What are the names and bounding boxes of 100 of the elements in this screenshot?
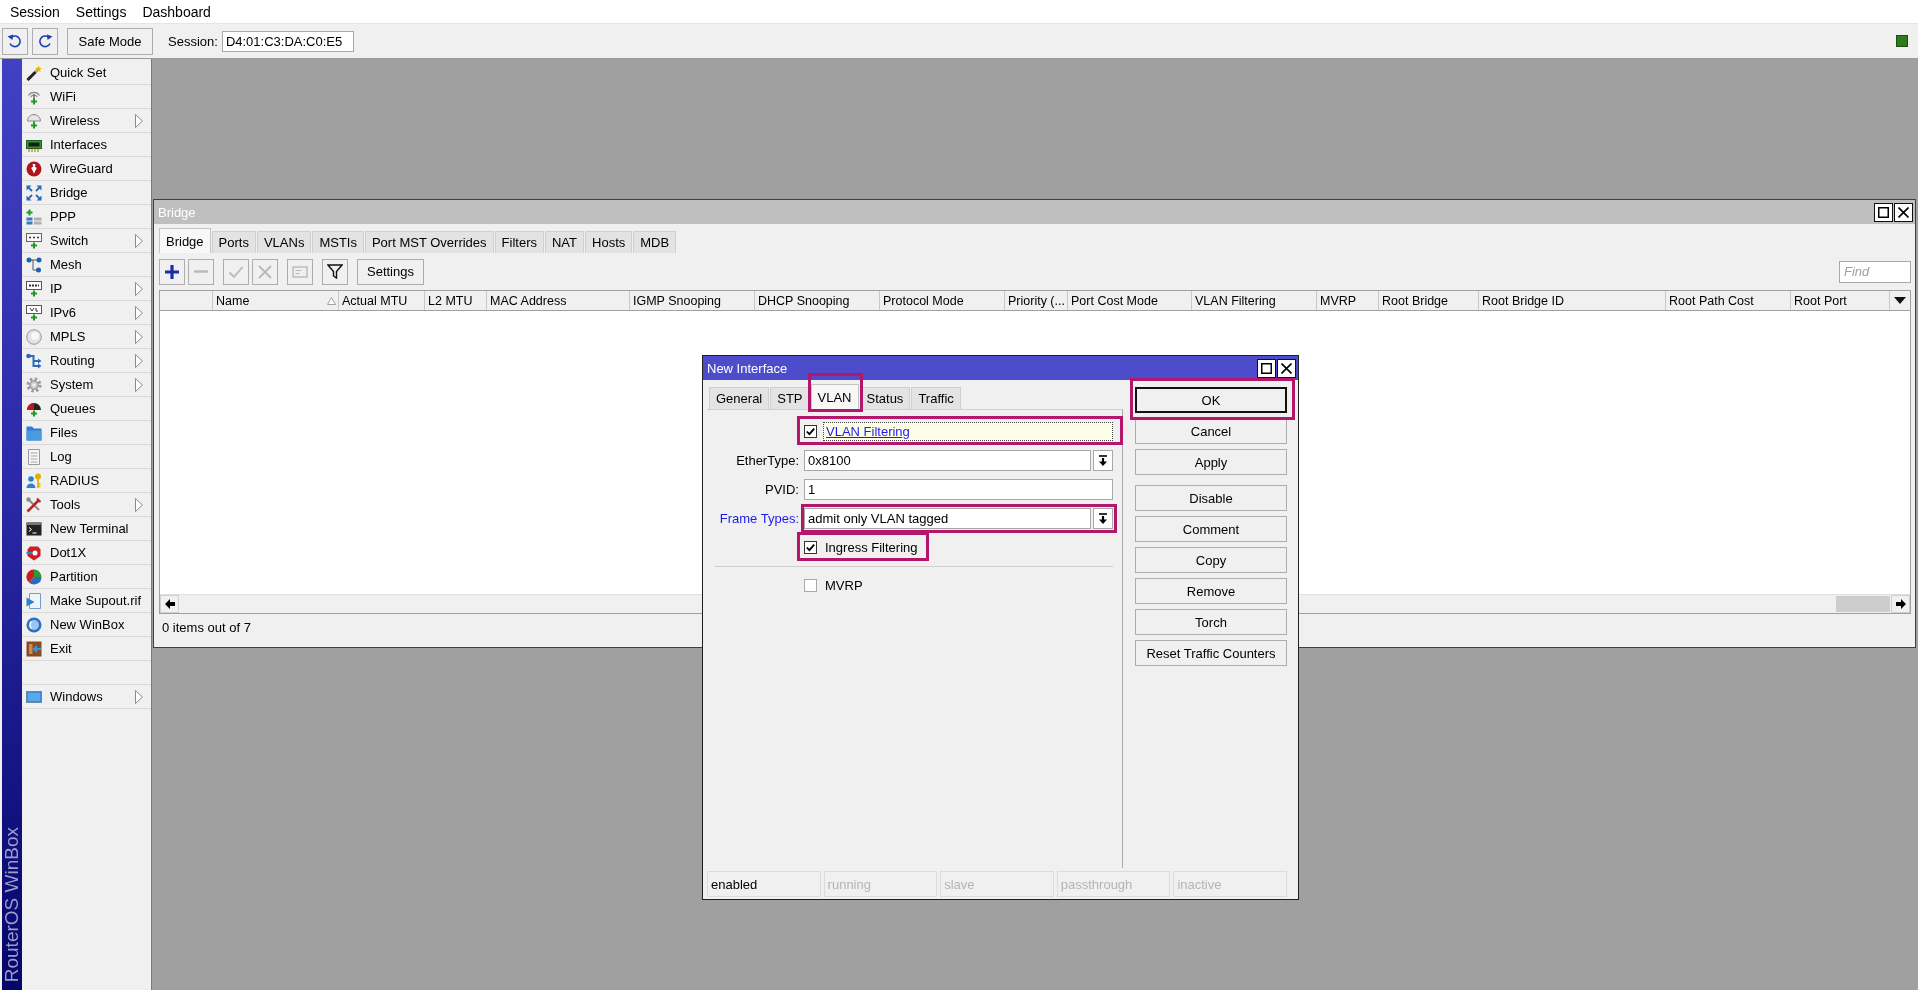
window-title: New Interface <box>707 360 788 376</box>
sidebar-item[interactable]: RADIUS <box>22 469 151 493</box>
checkbox[interactable] <box>804 425 817 438</box>
status-cell: passthrough <box>1056 871 1171 897</box>
sidebar-item[interactable]: New WinBox <box>22 613 151 637</box>
sidebar-item[interactable]: WireGuard <box>22 157 151 181</box>
sidebar-item[interactable]: System <box>22 373 151 397</box>
sidebar-item[interactable]: PPP <box>22 205 151 229</box>
dropdown-button[interactable] <box>1093 450 1113 471</box>
dialog-button[interactable]: Torch <box>1135 609 1287 635</box>
undo-button[interactable] <box>2 27 28 55</box>
sidebar-item[interactable]: WiFi <box>22 85 151 109</box>
window-title: Bridge <box>158 204 196 220</box>
tab[interactable]: Traffic <box>911 387 961 409</box>
close-button[interactable] <box>1277 358 1296 378</box>
menu-item[interactable]: Dashboard <box>134 0 219 23</box>
dialog-button[interactable]: Reset Traffic Counters <box>1135 640 1287 666</box>
sidebar-item[interactable]: Mesh <box>22 253 151 277</box>
sidebar-item[interactable]: Windows <box>22 685 151 709</box>
sidebar-item[interactable]: Bridge <box>22 181 151 205</box>
sidebar-item[interactable]: IPv6 <box>22 301 151 325</box>
maximize-icon <box>1261 362 1272 374</box>
redo-button[interactable] <box>32 27 58 55</box>
dropdown-button[interactable] <box>1093 508 1113 529</box>
dialog-button[interactable]: Apply <box>1135 449 1287 475</box>
sidebar-item[interactable]: Tools <box>22 493 151 517</box>
sidebar-item[interactable]: Log <box>22 445 151 469</box>
session-field[interactable]: D4:01:C3:DA:C0:E5 <box>221 30 354 52</box>
settings-button[interactable]: Settings <box>357 258 424 285</box>
sidebar-item[interactable]: Routing <box>22 349 151 373</box>
text-field[interactable]: 1 <box>804 479 1113 500</box>
dialog-button[interactable]: Comment <box>1135 516 1287 542</box>
maximize-button[interactable] <box>1874 202 1893 222</box>
dropdown-field[interactable]: 0x8100 <box>804 450 1091 471</box>
find-field[interactable]: Find <box>1839 260 1911 283</box>
dropdown-field[interactable]: admit only VLAN tagged <box>804 508 1091 529</box>
tab[interactable]: MSTIs <box>312 231 364 253</box>
column-header[interactable]: VLAN Filtering <box>1192 291 1317 310</box>
circle-icon <box>26 328 42 345</box>
dialog-button[interactable]: Remove <box>1135 578 1287 604</box>
user-key-icon <box>26 472 42 489</box>
arrow-down-icon <box>1098 513 1108 524</box>
close-button[interactable] <box>1894 202 1913 222</box>
sidebar-item[interactable]: Wireless <box>22 109 151 133</box>
sidebar-item[interactable]: Switch <box>22 229 151 253</box>
maximize-icon <box>1878 206 1889 218</box>
status-cell: running <box>823 871 938 897</box>
menu-item[interactable]: Settings <box>67 0 135 23</box>
badge-icon <box>26 544 42 561</box>
checkbox-label: Ingress Filtering <box>824 539 919 556</box>
cross-icon <box>258 264 272 279</box>
maximize-button[interactable] <box>1257 358 1276 378</box>
tab[interactable]: Ports <box>211 231 256 253</box>
sidebar-item[interactable]: Exit <box>22 637 151 661</box>
dialog-button[interactable]: Copy <box>1135 547 1287 573</box>
scroll-left-button[interactable] <box>160 595 179 613</box>
sidebar-item[interactable]: Queues <box>22 397 151 421</box>
tab[interactable]: VLAN <box>810 384 859 409</box>
nodes-icon <box>26 256 42 273</box>
sidebar-item[interactable]: Interfaces <box>22 133 151 157</box>
checkbox[interactable] <box>804 579 817 592</box>
tab[interactable]: STP <box>770 387 810 409</box>
tab[interactable]: VLANs <box>256 231 312 253</box>
sidebar-item[interactable]: New Terminal <box>22 517 151 541</box>
tab[interactable]: General <box>709 387 770 409</box>
tab[interactable]: Bridge <box>159 228 211 253</box>
document-play-icon <box>26 592 42 609</box>
ring-icon <box>26 616 42 633</box>
dialog-button[interactable]: OK <box>1135 387 1287 413</box>
sidebar-item[interactable]: Make Supout.rif <box>22 589 151 613</box>
sidebar-item[interactable]: Partition <box>22 565 151 589</box>
status-cell: inactive <box>1173 871 1287 897</box>
sidebar-item[interactable]: Files <box>22 421 151 445</box>
checkbox[interactable] <box>804 541 817 554</box>
tab[interactable]: Filters <box>494 231 544 253</box>
menu-item[interactable]: Session <box>2 0 68 23</box>
sidebar-item[interactable]: IP <box>22 277 151 301</box>
column-header[interactable]: Actual MTU <box>339 291 425 310</box>
redo-icon <box>37 33 53 49</box>
scrollbar-thumb[interactable] <box>1836 596 1890 612</box>
tab[interactable]: Hosts <box>585 231 633 253</box>
tab[interactable]: Port MST Overrides <box>364 231 494 253</box>
close-icon <box>1898 206 1909 218</box>
field-label: EtherType: <box>735 453 799 468</box>
sidebar-item[interactable]: MPLS <box>22 325 151 349</box>
scroll-right-button[interactable] <box>1891 595 1910 613</box>
status-cell: enabled <box>707 871 821 897</box>
tab[interactable]: NAT <box>544 231 584 253</box>
filter-button[interactable] <box>322 258 348 285</box>
sidebar-item[interactable]: Dot1X <box>22 541 151 565</box>
sidebar-item[interactable]: Quick Set <box>22 61 151 85</box>
arrows-icon <box>26 184 42 201</box>
status-text: 0 items out of 7 <box>162 620 251 635</box>
close-icon <box>1281 362 1292 374</box>
pie-icon <box>26 568 42 585</box>
safe-mode-button[interactable]: Safe Mode <box>67 27 153 55</box>
add-button[interactable] <box>159 258 185 285</box>
dialog-button[interactable]: Disable <box>1135 485 1287 511</box>
dialog-button[interactable]: Cancel <box>1135 418 1287 444</box>
tab[interactable]: MDB <box>633 231 677 253</box>
